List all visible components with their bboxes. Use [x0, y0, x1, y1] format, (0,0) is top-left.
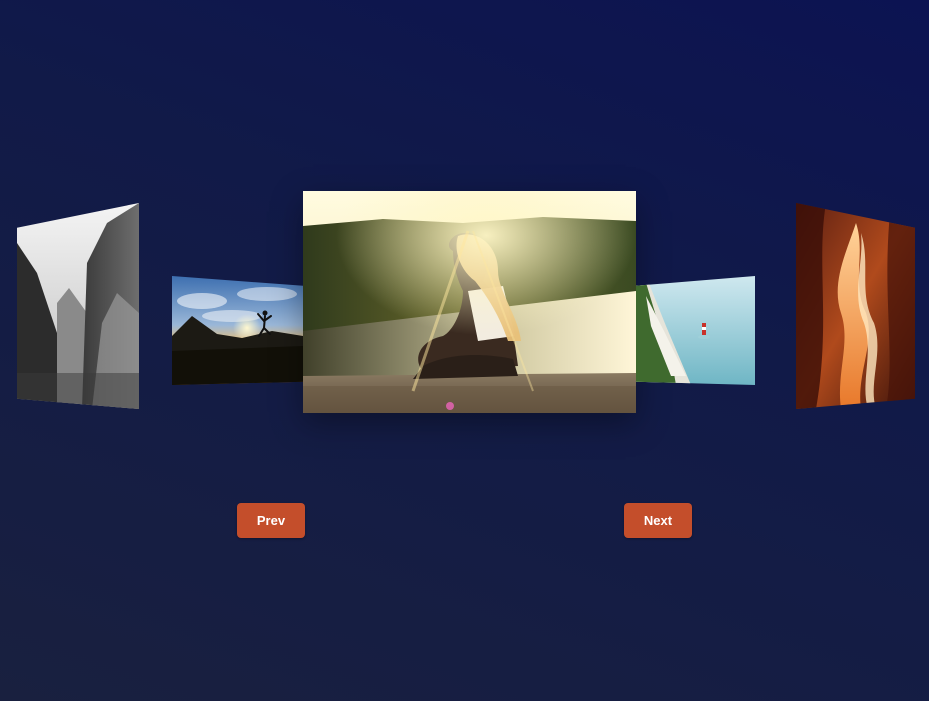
mountains-photo — [17, 203, 139, 409]
sunset-jump-photo — [172, 276, 303, 385]
carousel-slide-slot-canyon[interactable] — [796, 203, 915, 409]
carousel-stage: Prev Next — [0, 0, 929, 701]
carousel-slide-woman-lake[interactable] — [303, 191, 636, 413]
prev-button[interactable]: Prev — [237, 503, 305, 538]
carousel-slide-sunset-jump[interactable] — [172, 276, 303, 385]
carousel-slide-mountains[interactable] — [17, 203, 139, 409]
cliffs-lighthouse-photo — [636, 276, 755, 385]
woman-lake-photo — [303, 191, 636, 413]
carousel-slide-cliffs-lighthouse[interactable] — [636, 276, 755, 385]
slot-canyon-photo — [796, 203, 915, 409]
next-button[interactable]: Next — [624, 503, 692, 538]
